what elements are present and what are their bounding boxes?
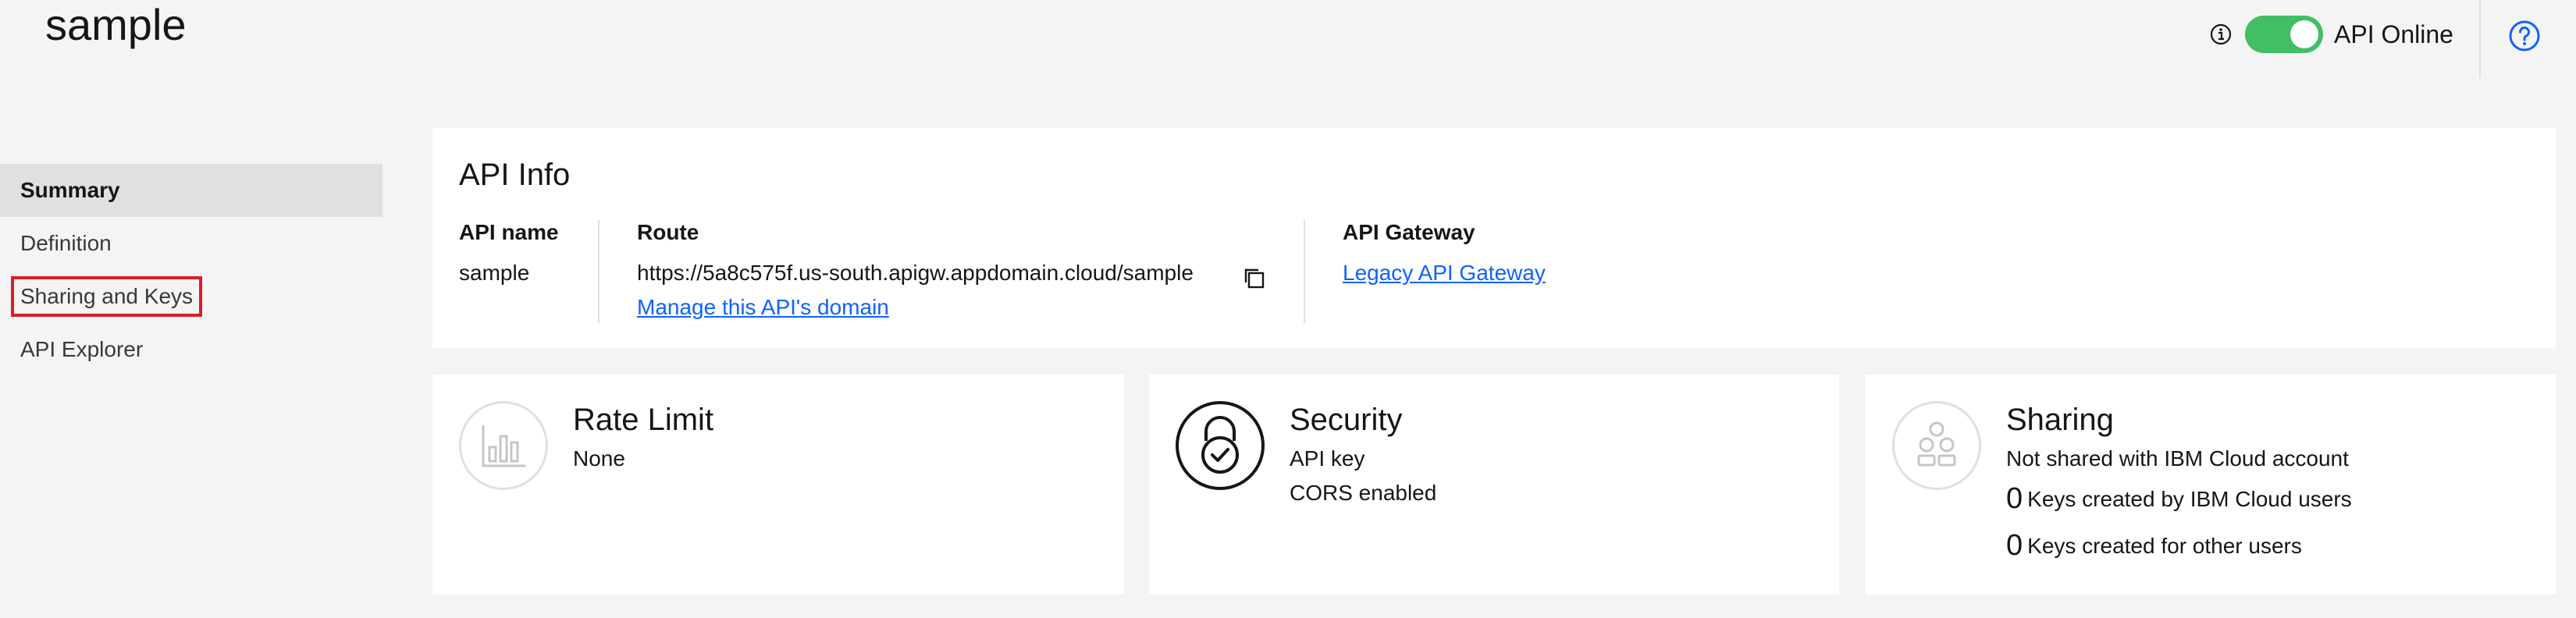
route-label: Route	[637, 220, 699, 244]
sharing-card: Sharing Not shared with IBM Cloud accoun…	[1866, 375, 2556, 595]
copy-icon[interactable]	[1241, 265, 1269, 293]
column-divider	[598, 220, 600, 323]
api-status-label: API Online	[2334, 20, 2453, 48]
page: sample API Online Summary Definition Sha…	[0, 0, 2576, 618]
security-card: Security API key CORS enabled	[1149, 375, 1839, 595]
ibm-keys-count: 0	[2006, 482, 2023, 515]
rate-limit-title: Rate Limit	[573, 403, 714, 437]
sidebar-item-summary[interactable]: Summary	[0, 164, 382, 217]
other-keys-label: Keys created for other users	[2027, 534, 2302, 558]
sharing-title: Sharing	[2006, 403, 2114, 437]
rate-limit-value: None	[573, 446, 625, 471]
ibm-keys-line: 0 Keys created by IBM Cloud users	[2006, 482, 2352, 516]
sidebar-item-label: Sharing and Keys	[10, 276, 203, 317]
sidebar-item-sharing-and-keys[interactable]: Sharing and Keys	[0, 270, 382, 323]
rate-limit-icon-circle	[459, 401, 548, 490]
api-gateway-label: API Gateway	[1343, 220, 1475, 244]
api-online-toggle[interactable]	[2245, 16, 2323, 53]
sidebar-item-definition[interactable]: Definition	[0, 217, 382, 270]
users-icon	[1917, 421, 1956, 467]
rate-limit-card: Rate Limit None	[432, 375, 1124, 595]
column-divider	[1304, 220, 1305, 323]
bar-chart-icon	[482, 425, 525, 467]
lock-icon	[1201, 416, 1239, 474]
security-title: Security	[1290, 403, 1403, 437]
help-icon[interactable]	[2507, 19, 2542, 53]
sidebar-item-label: Summary	[20, 178, 120, 202]
api-name-label: API name	[459, 220, 559, 244]
legacy-gateway-link[interactable]: Legacy API Gateway	[1343, 261, 1546, 286]
other-keys-count: 0	[2006, 529, 2023, 562]
toggle-knob	[2290, 20, 2318, 48]
header-divider	[2479, 0, 2481, 78]
sharing-status: Not shared with IBM Cloud account	[2006, 446, 2349, 471]
page-title: sample	[45, 0, 187, 49]
security-api-key: API key	[1290, 446, 1365, 471]
ibm-keys-label: Keys created by IBM Cloud users	[2027, 487, 2352, 511]
manage-domain-link[interactable]: Manage this API's domain	[637, 295, 889, 320]
sidebar-item-label: Definition	[20, 231, 112, 255]
other-keys-line: 0 Keys created for other users	[2006, 529, 2302, 563]
api-info-title: API Info	[459, 158, 571, 192]
sidebar-item-api-explorer[interactable]: API Explorer	[0, 323, 382, 376]
security-icon-circle	[1176, 401, 1265, 490]
sharing-icon-circle	[1892, 401, 1981, 490]
security-cors: CORS enabled	[1290, 481, 1437, 505]
info-icon[interactable]	[2208, 22, 2233, 47]
sidebar-nav: Summary Definition Sharing and Keys API …	[0, 164, 382, 376]
api-name-value: sample	[459, 261, 530, 285]
sidebar-item-label: API Explorer	[20, 337, 144, 361]
route-value: https://5a8c575f.us-south.apigw.appdomai…	[637, 261, 1194, 285]
api-info-card: API Info API name sample Route https://5…	[432, 128, 2556, 348]
